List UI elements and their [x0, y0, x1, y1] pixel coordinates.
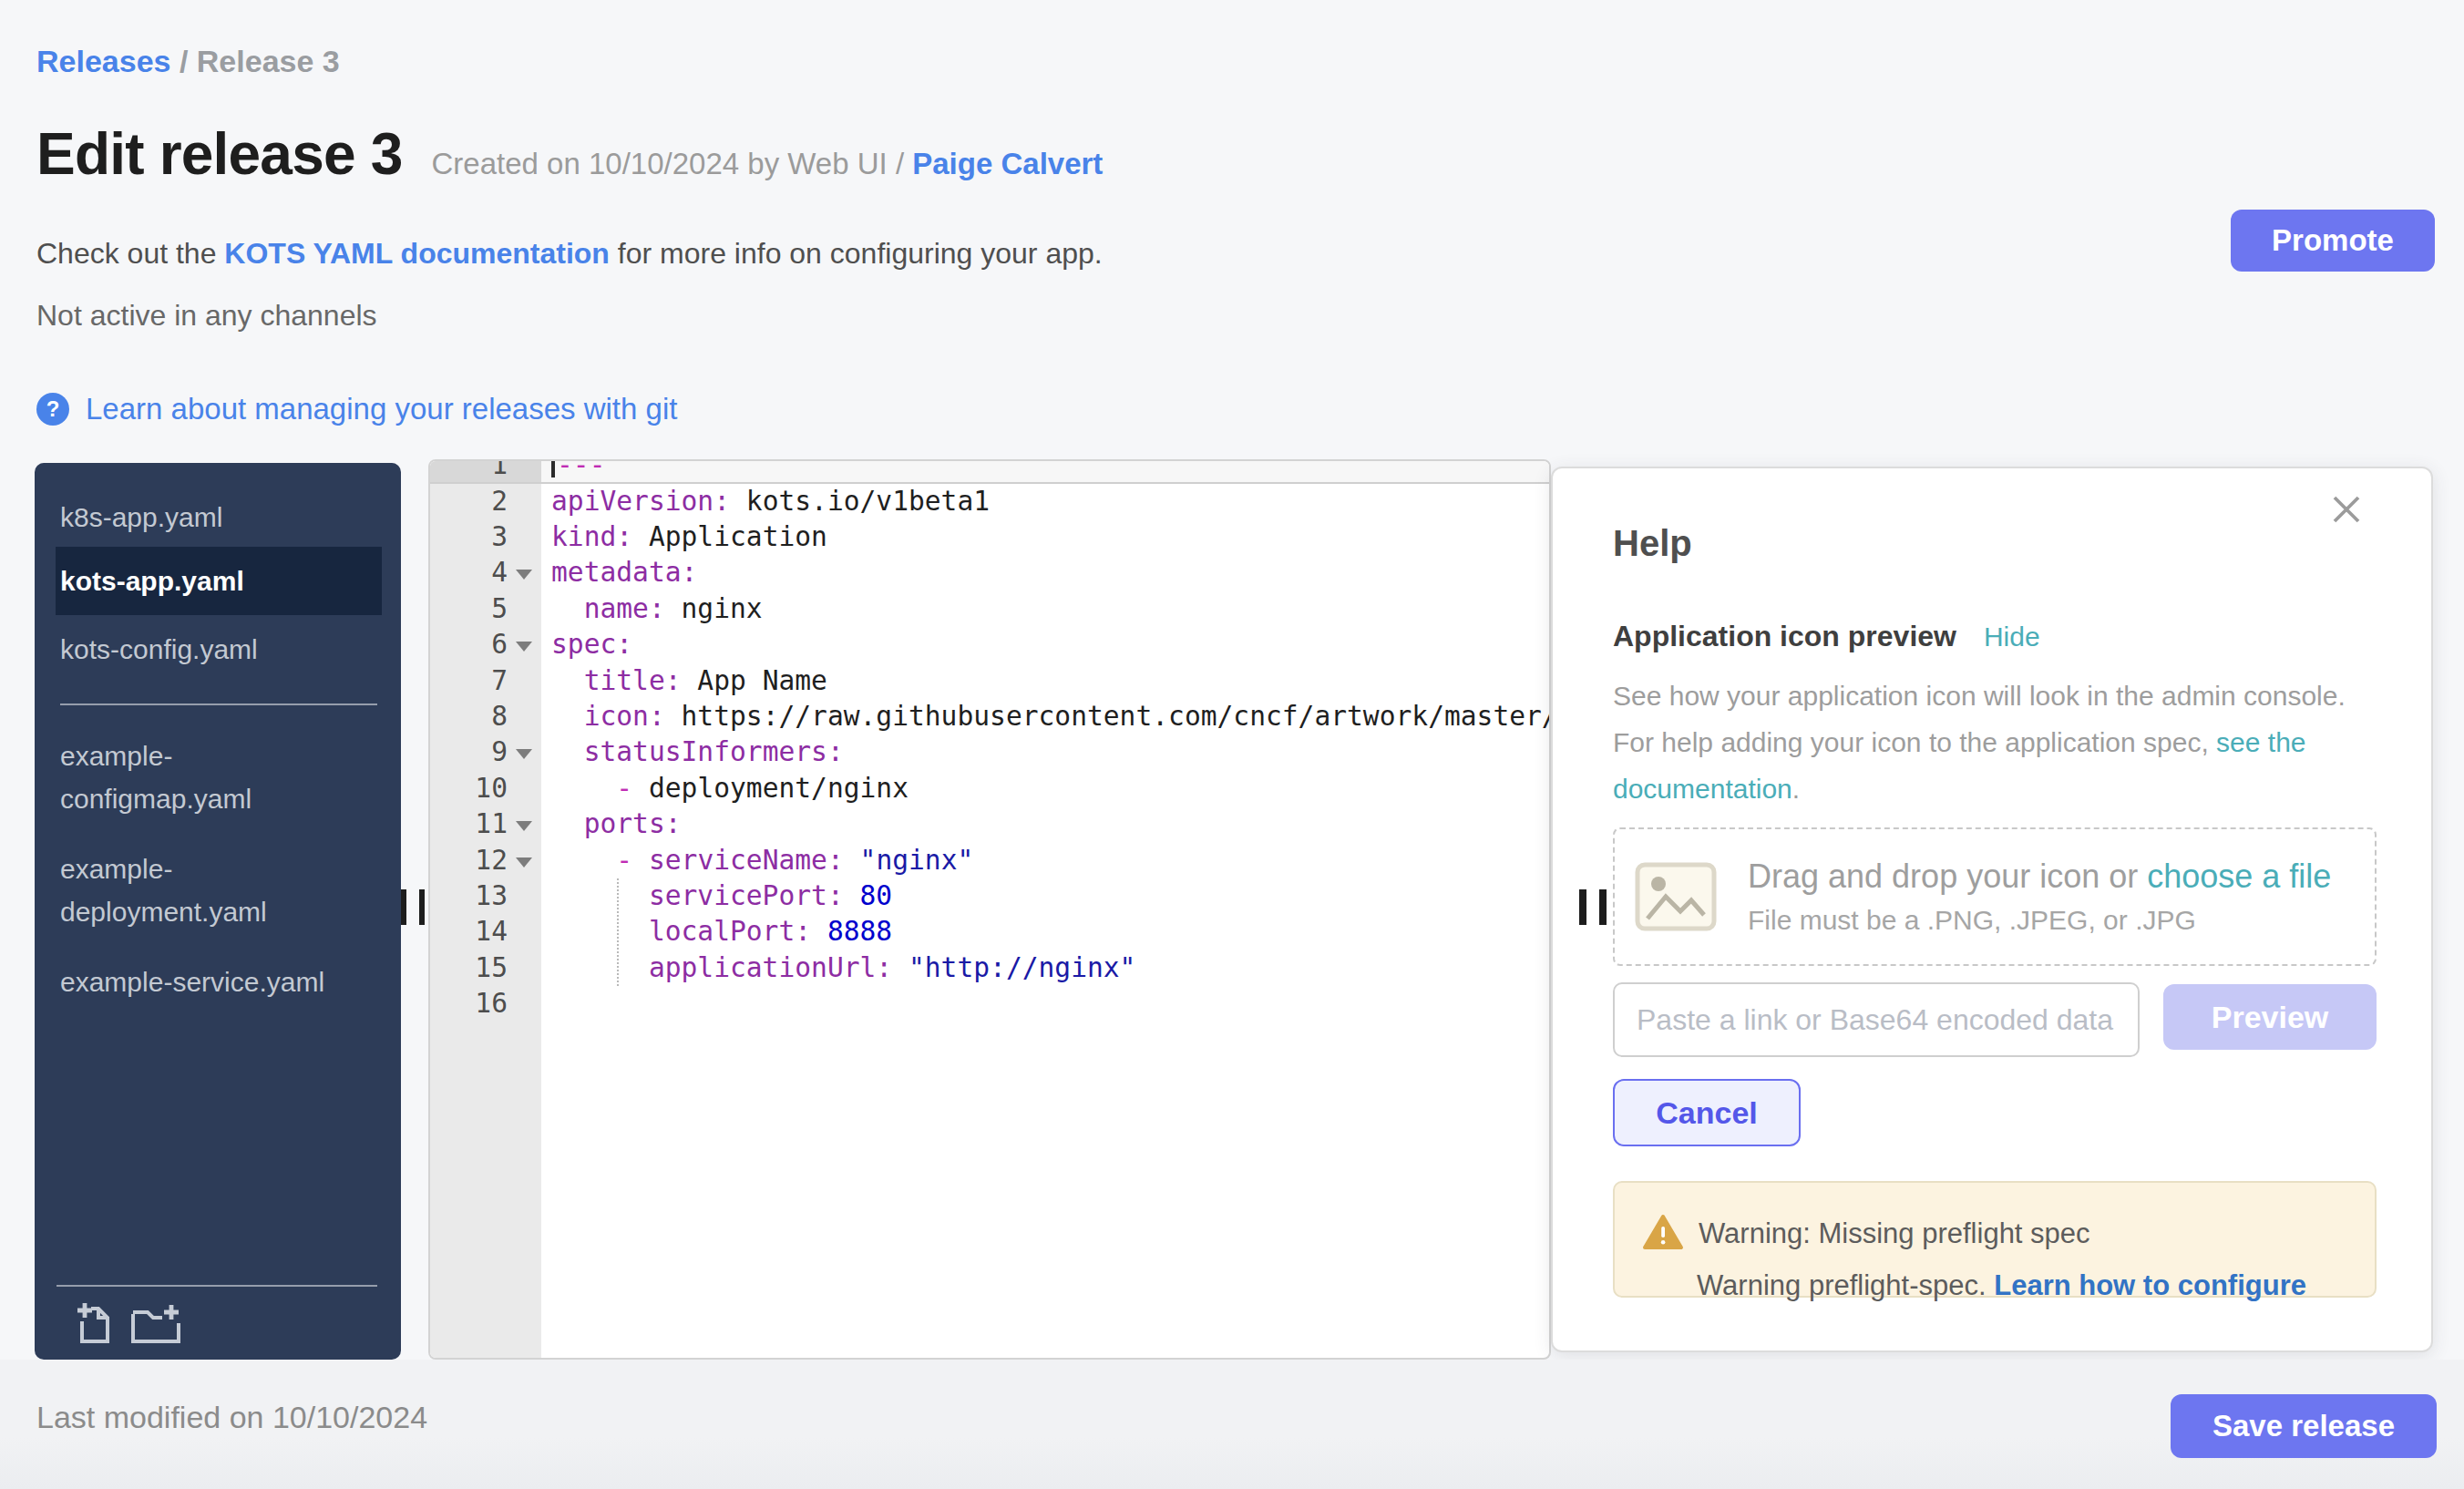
promote-button[interactable]: Promote — [2231, 210, 2435, 272]
learn-configure-link[interactable]: Learn how to configure — [1994, 1269, 2306, 1301]
indent-guide — [617, 878, 619, 986]
sidebar-file-k8s-app.yaml[interactable]: k8s-app.yaml — [60, 496, 379, 539]
code-line-15[interactable]: 15 applicationUrl: "http://nginx" — [430, 950, 1549, 986]
edit-release-page: Releases / Release 3 Edit release 3 Crea… — [0, 0, 2464, 1489]
help-resize-handle[interactable] — [1579, 889, 1607, 925]
docs-hint: Check out the KOTS YAML documentation fo… — [36, 237, 1103, 271]
sidebar-file-example-configmap.yaml[interactable]: example-configmap.yaml — [60, 734, 337, 820]
dropzone-filetypes: File must be a .PNG, .JPEG, or .JPG — [1748, 905, 2331, 936]
code-line-9[interactable]: 9 statusInformers: — [430, 734, 1549, 770]
icon-preview-heading: Application icon preview — [1613, 620, 1956, 653]
close-icon[interactable] — [2331, 494, 2362, 525]
yaml-editor[interactable]: 1---2apiVersion: kots.io/v1beta13kind: A… — [428, 459, 1551, 1360]
code-line-10[interactable]: 10 - deployment/nginx — [430, 771, 1549, 806]
help-panel: Help Application icon preview Hide See h… — [1551, 467, 2433, 1352]
preview-button[interactable]: Preview — [2163, 984, 2377, 1050]
fold-arrow-icon[interactable] — [516, 749, 532, 759]
icon-preview-description: See how your application icon will look … — [1613, 673, 2346, 812]
warning-icon — [1642, 1214, 1684, 1250]
breadcrumb-releases-link[interactable]: Releases — [36, 44, 170, 78]
sidebar-file-example-service.yaml[interactable]: example-service.yaml — [60, 960, 337, 1003]
code-line-7[interactable]: 7 title: App Name — [430, 663, 1549, 699]
git-releases-link[interactable]: Learn about managing your releases with … — [86, 392, 677, 426]
code-line-8[interactable]: 8 icon: https://raw.githubusercontent.co… — [430, 699, 1549, 734]
sidebar-file-kots-app.yaml[interactable]: kots-app.yaml — [56, 547, 382, 615]
hide-link[interactable]: Hide — [1984, 621, 2040, 652]
last-modified: Last modified on 10/10/2024 — [36, 1400, 427, 1435]
code-line-14[interactable]: 14 localPort: 8888 — [430, 914, 1549, 950]
fold-arrow-icon[interactable] — [516, 642, 532, 652]
fold-arrow-icon[interactable] — [516, 857, 532, 868]
choose-file-link[interactable]: choose a file — [2147, 857, 2331, 895]
page-title: Edit release 3 — [36, 120, 403, 188]
new-file-icon[interactable] — [75, 1301, 111, 1345]
question-circle-icon: ? — [36, 393, 69, 426]
warning-title: Warning: Missing preflight spec — [1699, 1217, 2090, 1250]
breadcrumb-current: Release 3 — [197, 44, 340, 78]
dropzone-text: Drag and drop your icon or choose a file — [1748, 857, 2331, 896]
breadcrumb: Releases / Release 3 — [36, 44, 340, 79]
author-link[interactable]: Paige Calvert — [912, 147, 1103, 180]
code-line-11[interactable]: 11 ports: — [430, 806, 1549, 842]
code-line-12[interactable]: 12 - serviceName: "nginx" — [430, 843, 1549, 878]
image-placeholder-icon — [1635, 862, 1717, 931]
git-help-line: ? Learn about managing your releases wit… — [36, 392, 677, 426]
code-line-13[interactable]: 13 servicePort: 80 — [430, 878, 1549, 914]
sidebar-actions — [56, 1285, 377, 1360]
preflight-warning: Warning: Missing preflight spec Warning … — [1613, 1181, 2377, 1298]
help-title: Help — [1613, 523, 1692, 564]
sidebar-divider — [60, 703, 377, 705]
created-line: Created on 10/10/2024 by Web UI / Paige … — [432, 147, 1104, 181]
code-line-6[interactable]: 6spec: — [430, 627, 1549, 662]
code-line-2[interactable]: 2apiVersion: kots.io/v1beta1 — [430, 484, 1549, 519]
save-release-button[interactable]: Save release — [2171, 1394, 2437, 1458]
cancel-button[interactable]: Cancel — [1613, 1079, 1801, 1146]
file-sidebar: k8s-app.yaml kots-app.yaml kots-config.yam… — [35, 463, 401, 1360]
code-line-1[interactable]: 1--- — [430, 459, 1549, 484]
warning-detail: Warning preflight-spec. Learn how to con… — [1697, 1269, 2306, 1302]
code-line-4[interactable]: 4metadata: — [430, 555, 1549, 590]
icon-dropzone[interactable]: Drag and drop your icon or choose a file… — [1613, 827, 2377, 966]
kots-yaml-docs-link[interactable]: KOTS YAML documentation — [224, 237, 610, 270]
channel-status: Not active in any channels — [36, 299, 377, 333]
sidebar-file-example-deployment.yaml[interactable]: example-deployment.yaml — [60, 847, 337, 933]
sidebar-file-kots-config.yaml[interactable]: kots-config.yaml — [60, 628, 379, 671]
code-line-5[interactable]: 5 name: nginx — [430, 591, 1549, 627]
fold-arrow-icon[interactable] — [516, 821, 532, 831]
icon-url-input[interactable] — [1613, 982, 2140, 1057]
text-cursor — [551, 459, 555, 478]
breadcrumb-separator: / — [170, 44, 196, 78]
new-folder-icon[interactable] — [129, 1301, 182, 1345]
fold-arrow-icon[interactable] — [516, 570, 532, 580]
sidebar-resize-handle[interactable] — [401, 889, 425, 925]
code-line-16[interactable]: 16 — [430, 986, 1549, 1022]
code-line-3[interactable]: 3kind: Application — [430, 519, 1549, 555]
